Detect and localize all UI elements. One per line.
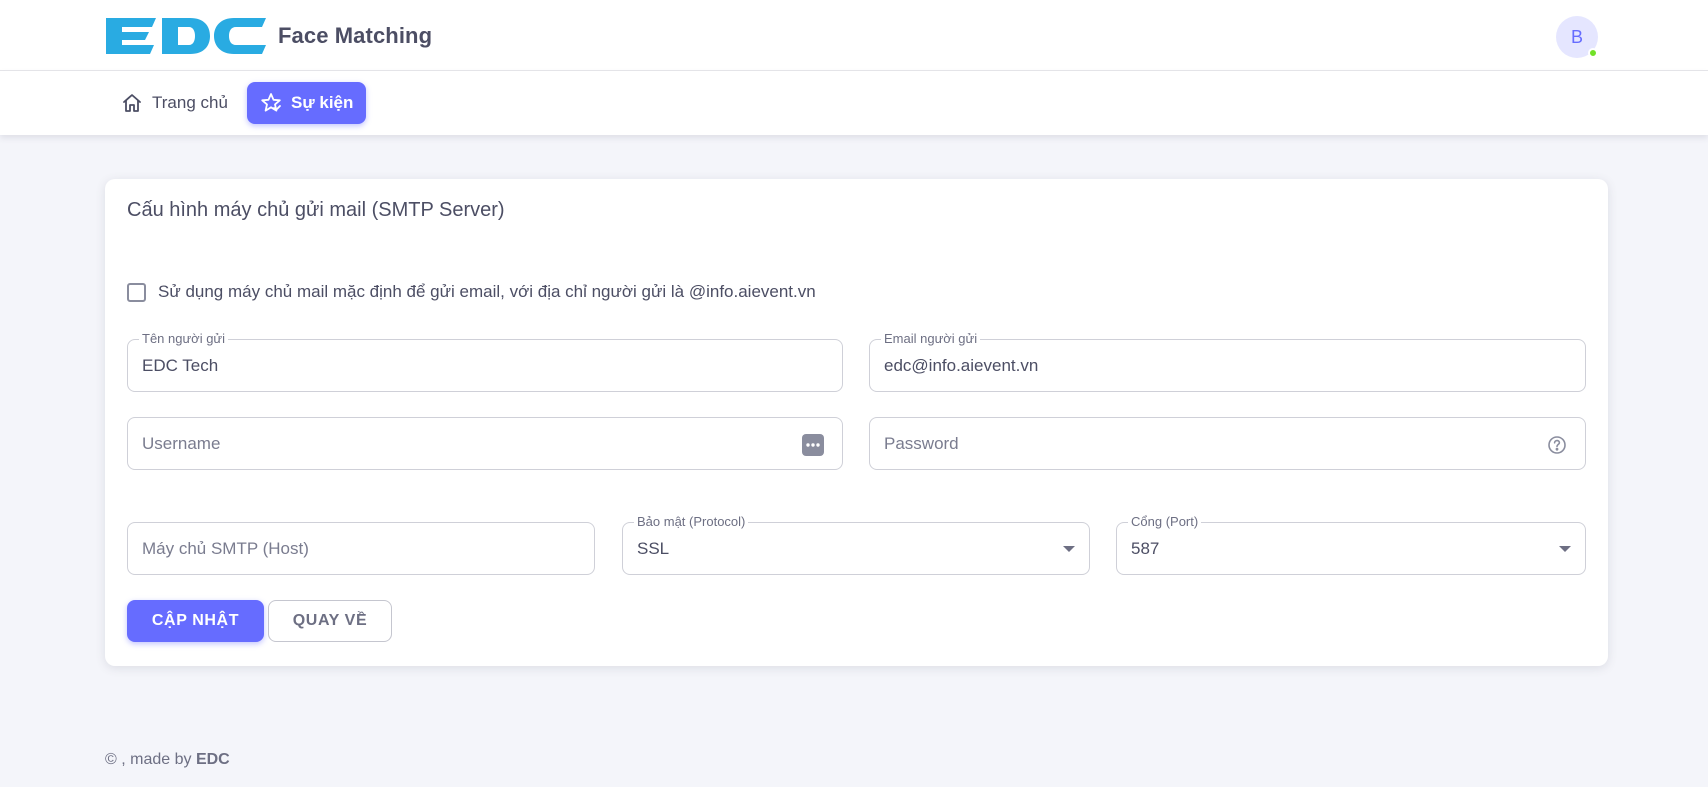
use-default-mail-checkbox[interactable]	[127, 282, 146, 302]
card-title: Cấu hình máy chủ gửi mail (SMTP Server)	[127, 199, 505, 221]
update-button[interactable]: CẬP NHẬT	[127, 600, 264, 642]
sender-name-field[interactable]: Tên người gửi EDC Tech	[127, 332, 843, 392]
star-icon	[261, 93, 281, 112]
sender-email-field[interactable]: Email người gửi edc@info.aievent.vn	[869, 332, 1586, 392]
app-name: Face Matching	[278, 23, 433, 48]
nav-item-home[interactable]: Trang chủ	[108, 82, 240, 124]
port-label: Cổng (Port)	[1128, 515, 1202, 529]
nav-item-label: Sự kiện	[291, 93, 354, 112]
footer: © , made by EDC	[105, 751, 230, 769]
home-icon	[123, 94, 141, 112]
top-bar: Face Matching B	[0, 0, 1708, 71]
footer-maker-link[interactable]: EDC	[196, 751, 230, 768]
smtp-host-field[interactable]: Máy chủ SMTP (Host)	[127, 522, 595, 575]
chevron-down-icon	[1063, 546, 1075, 552]
username-field[interactable]: Username	[127, 417, 843, 470]
password-dots-icon[interactable]	[802, 434, 824, 456]
sender-name-label: Tên người gửi	[139, 332, 229, 346]
nav-item-events[interactable]: Sự kiện	[247, 82, 366, 124]
use-default-mail-label: Sử dụng máy chủ mail mặc định để gửi ema…	[158, 282, 816, 301]
protocol-select[interactable]: Bảo mật (Protocol) SSL	[622, 515, 1090, 575]
password-field[interactable]: Password	[869, 417, 1586, 470]
port-select[interactable]: Cổng (Port) 587	[1116, 515, 1586, 575]
help-circle-icon[interactable]	[1547, 435, 1567, 455]
username-placeholder: Username	[142, 434, 221, 453]
back-button[interactable]: QUAY VỀ	[268, 600, 392, 642]
use-default-mail-option[interactable]: Sử dụng máy chủ mail mặc định để gửi ema…	[127, 282, 816, 302]
online-status-dot	[1588, 48, 1598, 58]
main-navigation: Trang chủ Sự kiện	[0, 71, 1708, 135]
avatar-initial: B	[1570, 26, 1583, 47]
sender-email-label: Email người gửi	[881, 332, 981, 346]
smtp-host-placeholder: Máy chủ SMTP (Host)	[142, 539, 309, 558]
protocol-value: SSL	[637, 539, 670, 558]
sender-name-value: EDC Tech	[142, 356, 219, 375]
chevron-down-icon	[1559, 546, 1571, 552]
nav-item-label: Trang chủ	[152, 93, 228, 112]
sender-email-value: edc@info.aievent.vn	[884, 356, 1039, 375]
protocol-label: Bảo mật (Protocol)	[634, 515, 749, 529]
smtp-config-card: Cấu hình máy chủ gửi mail (SMTP Server) …	[105, 179, 1608, 666]
edc-logo	[106, 18, 266, 54]
footer-copyright: © , made by	[105, 751, 192, 768]
port-value: 587	[1131, 539, 1160, 558]
password-placeholder: Password	[884, 434, 959, 453]
brand[interactable]: Face Matching	[104, 16, 432, 56]
user-avatar[interactable]: B	[1556, 16, 1598, 58]
